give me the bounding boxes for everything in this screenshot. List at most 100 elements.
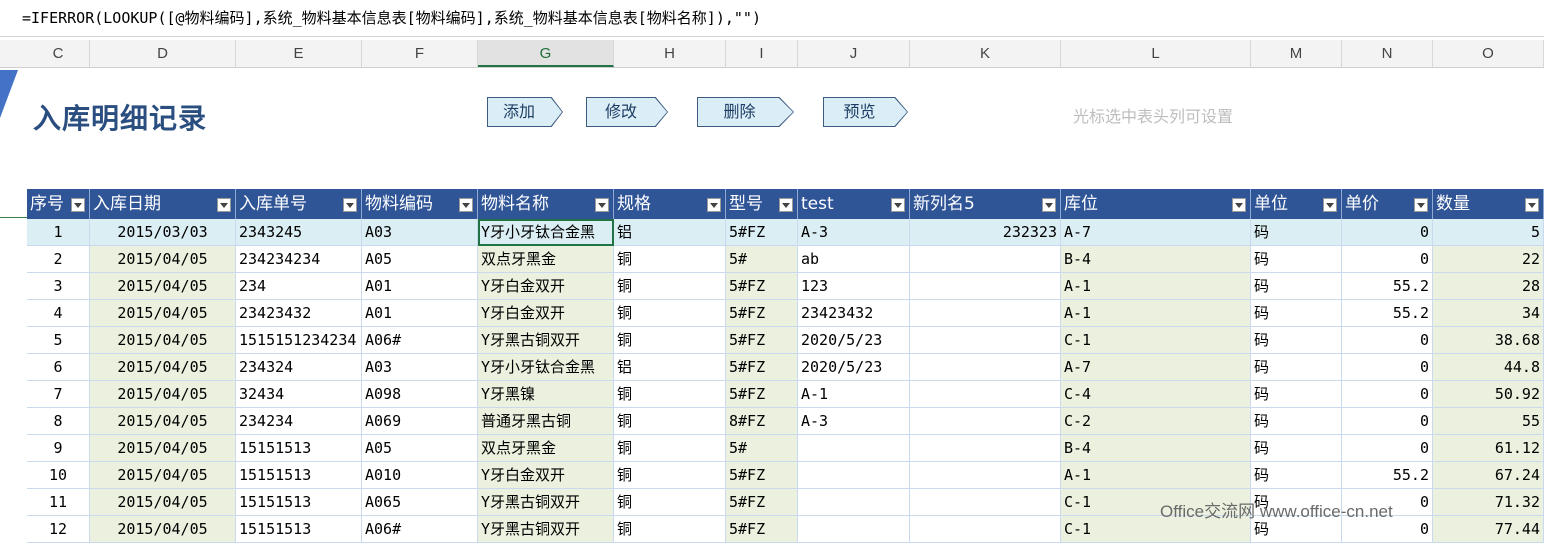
table-cell[interactable]: 2020/5/23 [798, 354, 910, 381]
formula-bar[interactable]: =IFERROR(LOOKUP([@物料编码],系统_物料基本信息表[物料编码]… [0, 0, 1544, 37]
filter-dropdown-icon[interactable] [891, 198, 905, 212]
column-header-H[interactable]: H [614, 40, 726, 67]
table-cell[interactable]: 50.92 [1433, 381, 1544, 408]
preview-button[interactable]: 预览 [823, 97, 908, 127]
table-cell[interactable]: A03 [362, 219, 478, 246]
table-header-cell[interactable]: 新列名5 [910, 189, 1061, 219]
table-cell[interactable]: 5 [27, 327, 90, 354]
table-cell[interactable]: Y牙白金双开 [478, 273, 614, 300]
table-cell[interactable]: 5#FZ [726, 300, 798, 327]
table-cell[interactable]: 15151513 [236, 489, 362, 516]
table-cell[interactable]: 2015/03/03 [90, 219, 236, 246]
table-cell[interactable]: 10 [27, 462, 90, 489]
table-cell[interactable]: 铜 [614, 246, 726, 273]
table-cell[interactable]: 码 [1251, 246, 1342, 273]
table-cell[interactable]: 8 [27, 408, 90, 435]
column-header-E[interactable]: E [236, 40, 362, 67]
table-cell[interactable]: 67.24 [1433, 462, 1544, 489]
table-cell[interactable]: 码 [1251, 219, 1342, 246]
table-cell[interactable]: 0 [1342, 219, 1433, 246]
table-cell[interactable]: 61.12 [1433, 435, 1544, 462]
table-cell[interactable]: 1 [27, 219, 90, 246]
table-cell[interactable]: 2015/04/05 [90, 489, 236, 516]
table-cell[interactable]: 0 [1342, 435, 1433, 462]
table-cell[interactable] [910, 354, 1061, 381]
table-cell[interactable]: A-1 [1061, 300, 1251, 327]
table-cell[interactable]: 5#FZ [726, 516, 798, 543]
table-cell[interactable]: 234 [236, 273, 362, 300]
table-cell[interactable]: 普通牙黑古铜 [478, 408, 614, 435]
table-cell[interactable]: 2015/04/05 [90, 408, 236, 435]
table-cell[interactable]: 2020/5/23 [798, 327, 910, 354]
filter-dropdown-icon[interactable] [343, 198, 357, 212]
table-header-cell[interactable]: 序号 [27, 189, 90, 219]
table-cell[interactable]: 9 [27, 435, 90, 462]
table-cell[interactable]: A03 [362, 354, 478, 381]
table-cell[interactable] [910, 246, 1061, 273]
column-header-N[interactable]: N [1342, 40, 1433, 67]
table-cell[interactable]: 28 [1433, 273, 1544, 300]
table-cell[interactable]: 2015/04/05 [90, 516, 236, 543]
table-cell[interactable]: 码 [1251, 381, 1342, 408]
table-cell[interactable]: Y牙黑镍 [478, 381, 614, 408]
table-cell[interactable]: Y牙白金双开 [478, 462, 614, 489]
table-cell[interactable]: 5# [726, 246, 798, 273]
table-cell[interactable] [798, 516, 910, 543]
table-cell[interactable]: 码 [1251, 462, 1342, 489]
table-header-cell[interactable]: 单位 [1251, 189, 1342, 219]
table-cell[interactable]: 码 [1251, 354, 1342, 381]
table-cell[interactable]: 3 [27, 273, 90, 300]
table-cell[interactable]: Y牙小牙钛合金黑 [478, 219, 614, 246]
table-cell[interactable]: Y牙白金双开 [478, 300, 614, 327]
table-cell[interactable]: 2015/04/05 [90, 300, 236, 327]
table-cell[interactable]: 铜 [614, 435, 726, 462]
column-header-C[interactable]: C [27, 40, 90, 67]
table-header-cell[interactable]: 规格 [614, 189, 726, 219]
table-cell[interactable]: A05 [362, 435, 478, 462]
table-cell[interactable]: Y牙黑古铜双开 [478, 327, 614, 354]
table-cell[interactable]: A-7 [1061, 354, 1251, 381]
table-cell[interactable]: 77.44 [1433, 516, 1544, 543]
table-cell[interactable] [910, 327, 1061, 354]
table-cell[interactable]: A-3 [798, 408, 910, 435]
table-cell[interactable]: A05 [362, 246, 478, 273]
table-cell[interactable]: Y牙小牙钛合金黑 [478, 354, 614, 381]
table-cell[interactable]: 码 [1251, 327, 1342, 354]
table-cell[interactable] [910, 408, 1061, 435]
table-cell[interactable]: 铜 [614, 381, 726, 408]
table-cell[interactable]: 38.68 [1433, 327, 1544, 354]
table-cell[interactable]: 44.8 [1433, 354, 1544, 381]
table-cell[interactable]: 2 [27, 246, 90, 273]
table-cell[interactable] [910, 435, 1061, 462]
table-cell[interactable]: A-1 [1061, 462, 1251, 489]
column-header-I[interactable]: I [726, 40, 798, 67]
table-cell[interactable]: 0 [1342, 327, 1433, 354]
table-cell[interactable]: 码 [1251, 435, 1342, 462]
table-cell[interactable]: 码 [1251, 273, 1342, 300]
table-cell[interactable] [798, 462, 910, 489]
table-header-cell[interactable]: test [798, 189, 910, 219]
table-cell[interactable]: 码 [1251, 300, 1342, 327]
table-cell[interactable]: A065 [362, 489, 478, 516]
table-cell[interactable]: 5#FZ [726, 219, 798, 246]
table-cell[interactable]: 铜 [614, 327, 726, 354]
column-header-J[interactable]: J [798, 40, 910, 67]
filter-dropdown-icon[interactable] [71, 198, 85, 212]
table-cell[interactable]: B-4 [1061, 435, 1251, 462]
table-cell[interactable] [910, 300, 1061, 327]
table-cell[interactable]: 2015/04/05 [90, 435, 236, 462]
table-cell[interactable]: 5#FZ [726, 462, 798, 489]
column-header-F[interactable]: F [362, 40, 478, 67]
table-cell[interactable]: 铜 [614, 408, 726, 435]
table-cell[interactable] [798, 489, 910, 516]
table-cell[interactable]: 0 [1342, 246, 1433, 273]
table-cell[interactable]: 5#FZ [726, 273, 798, 300]
table-cell[interactable]: 55 [1433, 408, 1544, 435]
table-cell[interactable]: 234324 [236, 354, 362, 381]
table-cell[interactable] [910, 273, 1061, 300]
table-cell[interactable]: 2015/04/05 [90, 246, 236, 273]
filter-dropdown-icon[interactable] [779, 198, 793, 212]
table-cell[interactable]: A06# [362, 516, 478, 543]
table-cell[interactable]: 234234 [236, 408, 362, 435]
filter-dropdown-icon[interactable] [1232, 198, 1246, 212]
